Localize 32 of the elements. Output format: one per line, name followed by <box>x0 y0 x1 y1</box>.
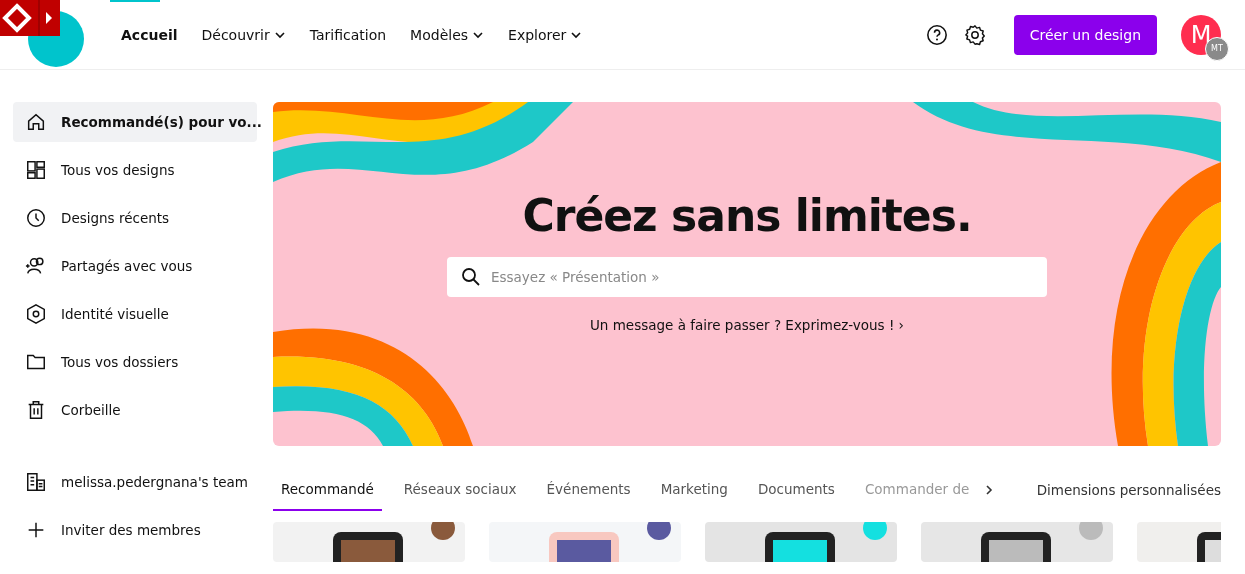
home-icon <box>25 111 47 133</box>
clock-icon <box>25 207 47 229</box>
sidebar-item[interactable]: Tous vos designs <box>13 150 257 190</box>
extension-icon[interactable] <box>0 0 60 36</box>
sidebar-item[interactable]: melissa.pedergnana's team <box>13 462 257 502</box>
create-design-button[interactable]: Créer un design <box>1013 14 1157 55</box>
nav-link[interactable]: Découvrir <box>189 26 298 43</box>
nav-link[interactable]: Tarification <box>297 26 399 43</box>
sidebar-item[interactable]: Identité visuelle <box>13 294 257 334</box>
sidebar-item[interactable]: Designs récents <box>13 198 257 238</box>
settings-icon[interactable] <box>963 23 986 46</box>
category-tab[interactable]: Marketing <box>652 469 736 511</box>
help-icon[interactable] <box>925 23 948 46</box>
nav-link[interactable]: Modèles <box>398 26 497 43</box>
category-tab[interactable]: Événements <box>538 469 639 511</box>
custom-size-link[interactable]: Dimensions personnalisées <box>1036 482 1221 498</box>
sidebar-item[interactable]: Corbeille <box>13 390 257 430</box>
nav-link[interactable]: Explorer <box>496 26 595 43</box>
brand-icon <box>25 303 47 325</box>
message-link[interactable]: Un message à faire passer ? Exprimez-vous ! › <box>589 317 905 333</box>
search-field[interactable]: Essayez « Présentation » <box>447 257 1047 297</box>
grid-icon <box>25 159 47 181</box>
search-icon <box>461 267 481 287</box>
sidebar-item[interactable]: Partagés avec vous <box>13 246 257 286</box>
hero-title: Créez sans limites. <box>522 190 972 241</box>
sidebar-item[interactable]: Inviter des membres <box>13 510 257 550</box>
category-tab[interactable]: Réseaux sociaux <box>395 469 525 511</box>
sidebar-item[interactable]: Tous vos dossiers <box>13 342 257 382</box>
building-icon <box>25 471 47 493</box>
category-tab[interactable]: Documents <box>749 469 843 511</box>
nav-link[interactable]: Accueil <box>109 26 190 43</box>
category-tab[interactable]: Recommandé <box>273 469 382 511</box>
